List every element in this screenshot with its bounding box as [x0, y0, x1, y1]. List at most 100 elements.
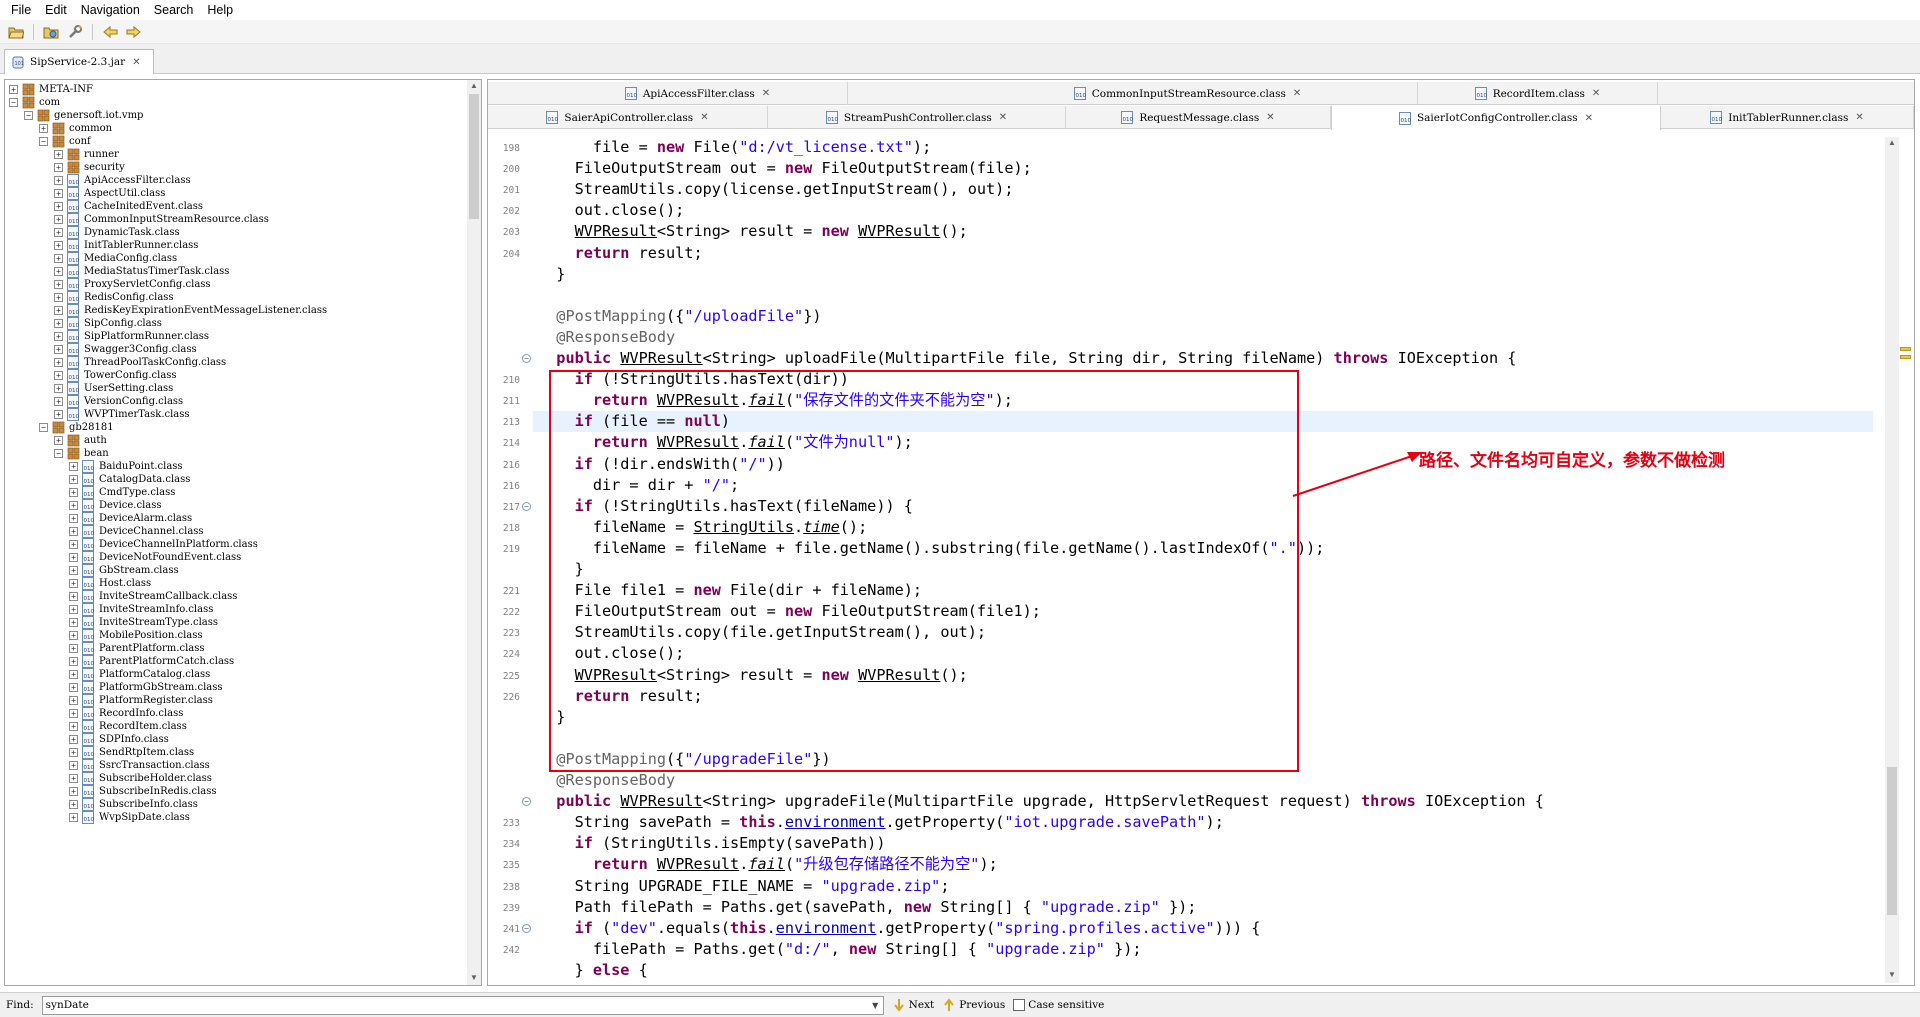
- close-icon[interactable]: ✕: [1855, 112, 1863, 123]
- expand-icon[interactable]: +: [54, 279, 63, 289]
- scroll-down-arrow-icon[interactable]: ▼: [467, 972, 481, 984]
- code-line[interactable]: @ResponseBody: [538, 770, 675, 791]
- close-icon[interactable]: ✕: [1585, 113, 1593, 124]
- expand-icon[interactable]: +: [69, 617, 78, 627]
- expand-icon[interactable]: +: [54, 175, 63, 185]
- code-line[interactable]: @PostMapping({"/uploadFile"}): [538, 306, 821, 327]
- expand-icon[interactable]: +: [69, 552, 78, 562]
- expand-icon[interactable]: +: [69, 747, 78, 757]
- code-line[interactable]: public WVPResult<String> upgradeFile(Mul…: [538, 791, 1544, 812]
- tree-scroll-thumb[interactable]: [469, 94, 479, 219]
- forward-icon[interactable]: [124, 22, 144, 42]
- expand-icon[interactable]: +: [69, 708, 78, 718]
- expand-icon[interactable]: +: [69, 734, 78, 744]
- close-icon[interactable]: ✕: [1266, 112, 1274, 123]
- class-tab[interactable]: 010 StreamPushController.class ✕: [768, 106, 1066, 129]
- expand-icon[interactable]: +: [69, 604, 78, 614]
- close-icon[interactable]: ✕: [132, 57, 140, 68]
- expand-icon[interactable]: +: [54, 331, 63, 341]
- expand-icon[interactable]: +: [69, 721, 78, 731]
- class-tab[interactable]: 010 ApiAccessFilter.class ✕: [548, 82, 848, 105]
- expand-icon[interactable]: +: [69, 773, 78, 783]
- code-line[interactable]: public WVPResult<String> uploadFile(Mult…: [538, 348, 1516, 369]
- expand-icon[interactable]: +: [69, 630, 78, 640]
- expand-icon[interactable]: +: [69, 812, 78, 822]
- code-line[interactable]: String savePath = this.environment.getPr…: [538, 812, 1224, 833]
- expand-icon[interactable]: +: [54, 305, 63, 315]
- code-line[interactable]: if (StringUtils.isEmpty(savePath)): [538, 833, 886, 854]
- expand-icon[interactable]: +: [69, 474, 78, 484]
- close-icon[interactable]: ✕: [999, 112, 1007, 123]
- code-line[interactable]: } else {: [538, 960, 648, 981]
- collapse-icon[interactable]: −: [39, 422, 48, 432]
- expand-icon[interactable]: +: [69, 695, 78, 705]
- expand-icon[interactable]: +: [39, 123, 48, 133]
- collapse-icon[interactable]: −: [24, 110, 33, 120]
- code-line[interactable]: @ResponseBody: [538, 327, 675, 348]
- fold-collapse-icon[interactable]: −: [522, 923, 531, 933]
- code-line[interactable]: Path filePath = Paths.get(savePath, new …: [538, 897, 1197, 918]
- class-tab[interactable]: 010 SaierApiController.class ✕: [488, 106, 768, 129]
- overview-ruler-mark[interactable]: [1900, 355, 1911, 359]
- expand-icon[interactable]: +: [69, 786, 78, 796]
- next-button[interactable]: Next: [892, 998, 934, 1012]
- open-type-icon[interactable]: [41, 22, 61, 42]
- code-line[interactable]: return WVPResult.fail("升级包存储路径不能为空");: [538, 854, 998, 875]
- menu-navigation[interactable]: Navigation: [74, 0, 147, 20]
- case-sensitive-toggle[interactable]: Case sensitive: [1013, 999, 1104, 1011]
- open-type-wrench-icon[interactable]: [65, 22, 85, 42]
- menu-edit[interactable]: Edit: [38, 0, 74, 20]
- close-icon[interactable]: ✕: [700, 112, 708, 123]
- class-tab[interactable]: 010 CommonInputStreamResource.class ✕: [958, 82, 1418, 105]
- expand-icon[interactable]: +: [69, 539, 78, 549]
- expand-icon[interactable]: +: [69, 513, 78, 523]
- scroll-up-arrow-icon[interactable]: ▲: [1885, 137, 1899, 149]
- menu-file[interactable]: File: [4, 0, 38, 20]
- open-file-icon[interactable]: [6, 22, 26, 42]
- expand-icon[interactable]: +: [54, 318, 63, 328]
- fold-collapse-icon[interactable]: −: [522, 797, 531, 807]
- previous-button[interactable]: Previous: [942, 998, 1005, 1012]
- expand-icon[interactable]: +: [69, 760, 78, 770]
- overview-ruler-mark[interactable]: [1900, 347, 1911, 351]
- fold-collapse-icon[interactable]: −: [522, 501, 531, 511]
- code-line[interactable]: if ("dev".equals(this.environment.getPro…: [538, 918, 1261, 939]
- expand-icon[interactable]: +: [69, 461, 78, 471]
- expand-icon[interactable]: +: [69, 799, 78, 809]
- expand-icon[interactable]: +: [54, 409, 63, 419]
- expand-icon[interactable]: +: [54, 435, 63, 445]
- expand-icon[interactable]: +: [54, 240, 63, 250]
- expand-icon[interactable]: +: [54, 292, 63, 302]
- code-line[interactable]: file = new File("d:/vt_license.txt");: [538, 137, 931, 158]
- expand-icon[interactable]: +: [54, 370, 63, 380]
- expand-icon[interactable]: +: [69, 578, 78, 588]
- collapse-icon[interactable]: −: [39, 136, 48, 146]
- expand-icon[interactable]: +: [69, 487, 78, 497]
- expand-icon[interactable]: +: [69, 526, 78, 536]
- expand-icon[interactable]: +: [54, 344, 63, 354]
- expand-icon[interactable]: +: [69, 643, 78, 653]
- expand-icon[interactable]: +: [54, 396, 63, 406]
- find-input[interactable]: synDate ▼: [41, 995, 884, 1015]
- code-line[interactable]: out.close();: [538, 200, 685, 221]
- expand-icon[interactable]: +: [54, 201, 63, 211]
- code-line[interactable]: StreamUtils.copy(license.getInputStream(…: [538, 179, 1014, 200]
- tree-node[interactable]: +010 WvpSipDate.class: [69, 809, 190, 825]
- expand-icon[interactable]: +: [69, 656, 78, 666]
- tree-vertical-scrollbar[interactable]: ▲ ▼: [467, 80, 481, 985]
- file-tab-sipservice[interactable]: 101 SipService-2.3.jar ✕: [4, 49, 154, 74]
- code-line[interactable]: }: [538, 264, 565, 285]
- class-tab[interactable]: 010 InitTablerRunner.class ✕: [1661, 106, 1914, 129]
- class-tab[interactable]: 010 SaierIotConfigController.class ✕: [1331, 106, 1661, 130]
- expand-icon[interactable]: +: [54, 383, 63, 393]
- collapse-icon[interactable]: −: [54, 448, 63, 458]
- editor-scroll-thumb[interactable]: [1887, 767, 1897, 915]
- expand-icon[interactable]: +: [54, 214, 63, 224]
- fold-collapse-icon[interactable]: −: [522, 354, 531, 363]
- code-line[interactable]: FileOutputStream out = new FileOutputStr…: [538, 158, 1032, 179]
- expand-icon[interactable]: +: [69, 682, 78, 692]
- expand-icon[interactable]: +: [9, 84, 18, 94]
- code-line[interactable]: return result;: [538, 243, 703, 264]
- expand-icon[interactable]: +: [54, 227, 63, 237]
- expand-icon[interactable]: +: [69, 500, 78, 510]
